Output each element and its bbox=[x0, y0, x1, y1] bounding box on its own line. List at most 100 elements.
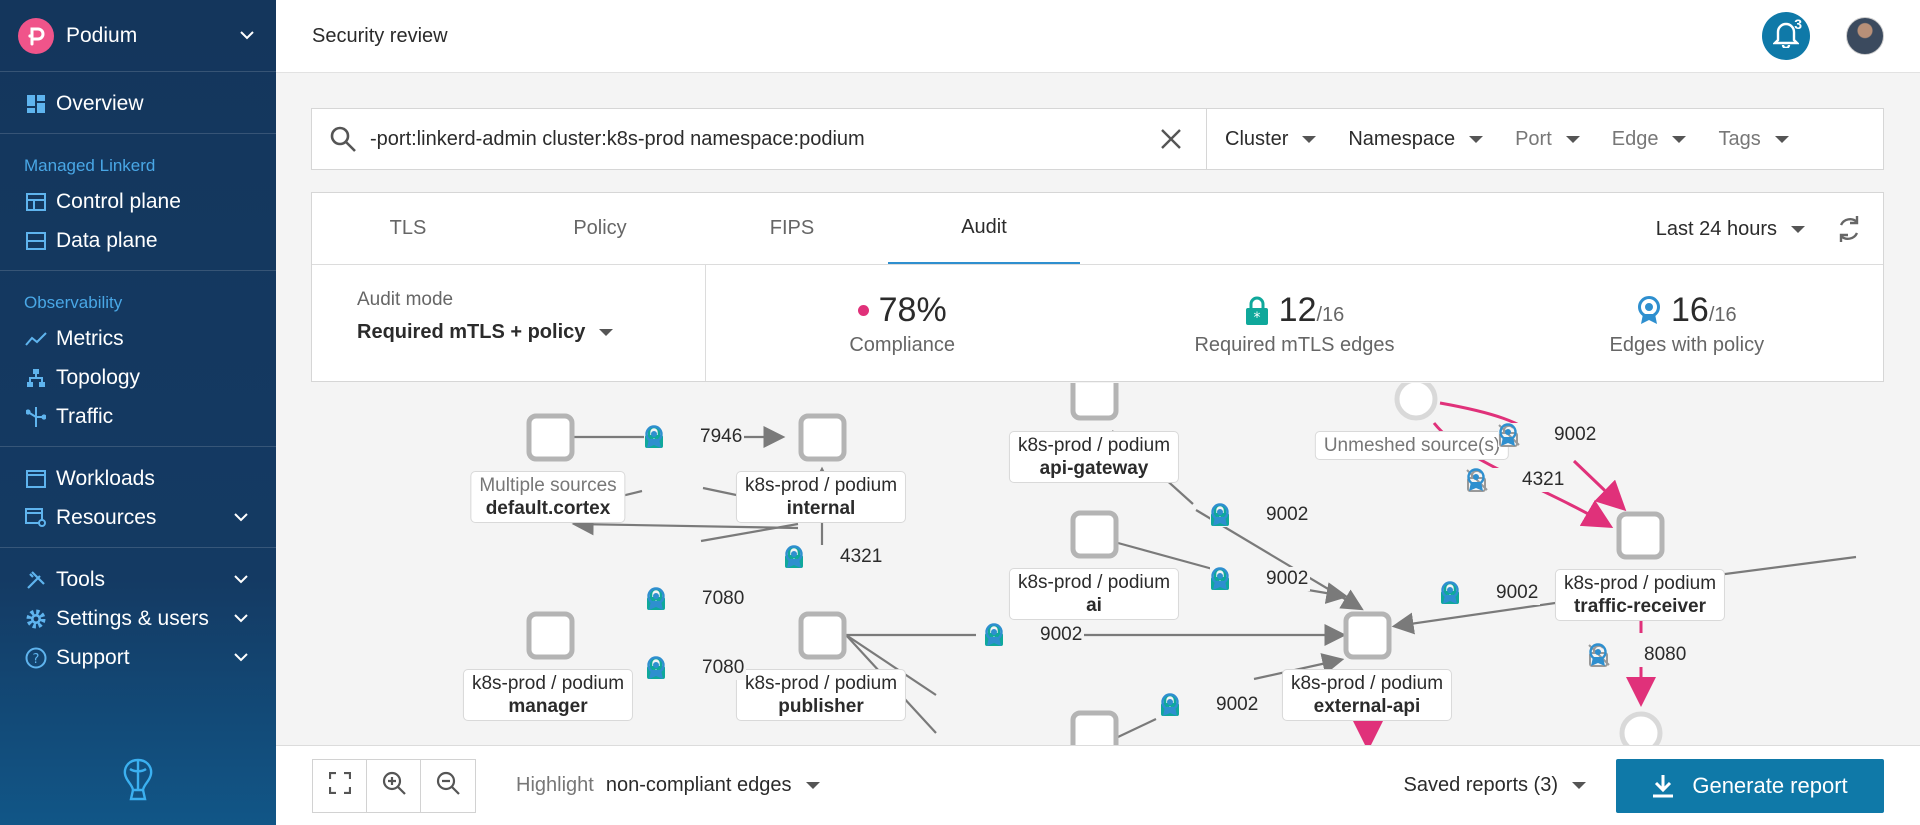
tab-bar: TLS Policy FIPS Audit Last 24 hours bbox=[312, 193, 1883, 265]
policy-badge-icon bbox=[645, 425, 692, 449]
sidebar-item-tools[interactable]: Tools bbox=[0, 560, 276, 599]
highlight-label: Highlight bbox=[516, 774, 594, 796]
node-label-ai[interactable]: k8s-prod / podium ai bbox=[1008, 568, 1180, 620]
node-namespace: k8s-prod / podium bbox=[744, 475, 898, 496]
saved-reports-label: Saved reports (3) bbox=[1403, 774, 1558, 796]
sidebar-item-label: Traffic bbox=[56, 404, 114, 428]
node-label-api-gateway[interactable]: k8s-prod / podium api-gateway bbox=[1008, 431, 1180, 483]
search-input[interactable] bbox=[370, 127, 1140, 151]
policy-badge-icon bbox=[1589, 643, 1636, 667]
node-name: ai bbox=[1086, 595, 1102, 616]
mtls-label: Required mTLS edges bbox=[1194, 334, 1395, 356]
filter-tags[interactable]: Tags bbox=[1700, 127, 1789, 151]
buoyant-logo-icon bbox=[0, 757, 276, 803]
sidebar-item-topology[interactable]: Topology bbox=[0, 358, 276, 397]
node-label-internal[interactable]: k8s-prod / podium internal bbox=[735, 471, 907, 523]
fit-to-screen-button[interactable] bbox=[313, 759, 367, 812]
filter-namespace[interactable]: Namespace bbox=[1330, 128, 1484, 151]
edge-port: 9002 bbox=[1216, 694, 1259, 715]
filter-label: Tags bbox=[1718, 127, 1761, 150]
stat-policy: 16/16 Edges with policy bbox=[1491, 265, 1883, 381]
search-icon bbox=[326, 122, 360, 156]
control-plane-icon bbox=[24, 190, 48, 214]
edge-label[interactable]: *9002 bbox=[1210, 567, 1311, 591]
audit-mode-select[interactable]: Required mTLS + policy bbox=[357, 321, 705, 344]
close-icon[interactable] bbox=[1154, 122, 1188, 156]
highlight-select[interactable]: non-compliant edges bbox=[606, 774, 820, 797]
sidebar-item-settings[interactable]: Settings & users bbox=[0, 599, 276, 638]
notifications-button[interactable]: 3 bbox=[1762, 12, 1810, 60]
edge-label[interactable]: *7080 bbox=[646, 656, 747, 680]
edge-port: 9002 bbox=[1266, 568, 1309, 589]
sidebar-item-control-plane[interactable]: Control plane bbox=[0, 182, 276, 221]
edge-label[interactable]: *7946 bbox=[644, 425, 745, 449]
lock-icon: * bbox=[1245, 296, 1269, 326]
node-namespace: k8s-prod / podium bbox=[1290, 673, 1444, 694]
policy-badge-icon bbox=[1441, 581, 1488, 605]
generate-report-button[interactable]: Generate report bbox=[1616, 758, 1884, 813]
node-label-traffic-receiver[interactable]: k8s-prod / podium traffic-receiver bbox=[1554, 569, 1726, 621]
filter-cluster[interactable]: Cluster bbox=[1207, 128, 1317, 151]
edge-label[interactable]: *9002 bbox=[984, 623, 1085, 647]
edge-port: 7080 bbox=[702, 588, 745, 609]
edge-label[interactable]: *9002 bbox=[1160, 693, 1261, 717]
data-plane-icon bbox=[24, 229, 48, 253]
graph-edge bbox=[571, 513, 799, 536]
tab-fips[interactable]: FIPS bbox=[696, 193, 888, 264]
sidebar-item-traffic[interactable]: Traffic bbox=[0, 397, 276, 436]
search-bar: Cluster Namespace Port Edge Tags bbox=[311, 108, 1884, 170]
edge-label[interactable]: *9002 bbox=[1440, 581, 1541, 605]
tab-audit[interactable]: Audit bbox=[888, 193, 1080, 264]
avatar[interactable] bbox=[1846, 17, 1884, 55]
tab-tls[interactable]: TLS bbox=[312, 193, 504, 264]
chevron-down-icon bbox=[230, 507, 252, 529]
edge-label[interactable]: *4321 bbox=[784, 545, 885, 569]
filter-label: Edge bbox=[1611, 127, 1659, 150]
filter-port[interactable]: Port bbox=[1497, 128, 1580, 151]
node-namespace: k8s-prod / podium bbox=[471, 673, 625, 694]
caret-down-icon bbox=[599, 329, 614, 336]
sidebar-item-label: Data plane bbox=[56, 228, 158, 252]
caret-down-icon bbox=[1469, 135, 1484, 143]
edge-label[interactable]: *9002 bbox=[1210, 503, 1311, 527]
edge-label[interactable]: 4321 bbox=[1466, 468, 1567, 492]
policy-badge-icon bbox=[1499, 423, 1546, 447]
topology-graph[interactable]: Multiple sources default.cortex k8s-prod … bbox=[276, 383, 1920, 745]
node-label-unmeshed[interactable]: Unmeshed source(s) bbox=[1314, 431, 1510, 460]
zoom-out-button[interactable] bbox=[421, 760, 475, 812]
node-namespace: k8s-prod / podium bbox=[1563, 573, 1717, 594]
sidebar-item-resources[interactable]: Resources bbox=[0, 498, 276, 537]
org-name: Podium bbox=[66, 23, 138, 47]
node-name: manager bbox=[508, 696, 588, 717]
graph-node bbox=[1394, 383, 1438, 421]
sidebar-item-overview[interactable]: Overview bbox=[0, 84, 276, 123]
node-namespace: k8s-prod / podium bbox=[1017, 572, 1171, 593]
caret-down-icon bbox=[1791, 225, 1805, 233]
edge-label[interactable]: 9002 bbox=[1498, 423, 1599, 447]
node-label-cortex[interactable]: Multiple sources default.cortex bbox=[470, 471, 626, 523]
node-name: external-api bbox=[1313, 696, 1421, 717]
sidebar-item-workloads[interactable]: Workloads bbox=[0, 459, 276, 498]
graph-node bbox=[1070, 383, 1119, 421]
filter-edge[interactable]: Edge bbox=[1594, 128, 1687, 151]
policy-total: /16 bbox=[1708, 304, 1737, 326]
node-label-manager[interactable]: k8s-prod / podium manager bbox=[462, 669, 634, 721]
sidebar-item-data-plane[interactable]: Data plane bbox=[0, 221, 276, 260]
refresh-icon[interactable] bbox=[1833, 213, 1865, 245]
node-label-publisher[interactable]: k8s-prod / podium publisher bbox=[735, 669, 907, 721]
sidebar-item-metrics[interactable]: Metrics bbox=[0, 319, 276, 358]
caret-down-icon bbox=[1302, 135, 1317, 143]
node-label-external-api[interactable]: k8s-prod / podium external-api bbox=[1281, 669, 1453, 721]
sidebar-item-support[interactable]: ? Support bbox=[0, 638, 276, 677]
zoom-out-icon bbox=[435, 770, 461, 801]
time-range-select[interactable]: Last 24 hours bbox=[1656, 193, 1805, 265]
zoom-in-button[interactable] bbox=[367, 759, 421, 812]
edge-label[interactable]: 8080 bbox=[1588, 643, 1689, 667]
edge-port: 9002 bbox=[1266, 504, 1309, 525]
saved-reports-select[interactable]: Saved reports (3) bbox=[1403, 774, 1586, 797]
org-switcher[interactable]: Podium bbox=[0, 0, 276, 72]
graph-edge bbox=[1117, 718, 1157, 738]
edge-label[interactable]: *7080 bbox=[646, 587, 747, 611]
tab-policy[interactable]: Policy bbox=[504, 193, 696, 264]
graph-node bbox=[1619, 711, 1663, 745]
